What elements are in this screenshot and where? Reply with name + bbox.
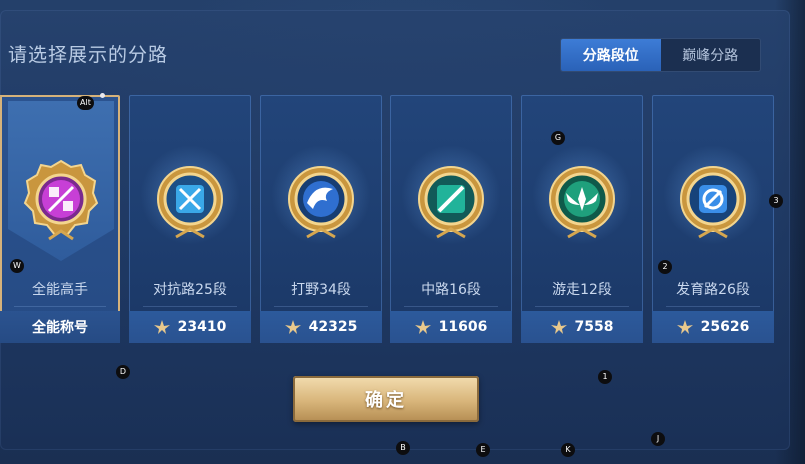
hotkey-hint: W	[10, 259, 24, 273]
lane-card-jungle[interactable]: 打野34段 42325	[260, 95, 382, 343]
card-footer-text: 25626	[700, 319, 750, 335]
card-footer: 23410	[129, 311, 251, 343]
hotkey-hint: Alt	[77, 96, 94, 110]
rank-points-icon	[284, 320, 301, 334]
selection-corner	[0, 95, 14, 96]
card-footer-text: 42325	[308, 319, 358, 335]
card-label: 发育路26段	[676, 282, 750, 298]
rank-points-icon	[550, 320, 567, 334]
lane-card-clash[interactable]: 对抗路25段 23410	[129, 95, 251, 343]
card-footer-text: 7558	[574, 319, 614, 335]
hotkey-hint: 1	[598, 370, 612, 384]
card-divider	[274, 306, 368, 307]
hotkey-dot	[100, 93, 105, 98]
hotkey-hint: D	[116, 365, 130, 379]
hotkey-hint: 2	[658, 260, 672, 274]
hotkey-hint: E	[476, 443, 490, 457]
card-divider	[404, 306, 498, 307]
hotkey-hint: J	[651, 432, 665, 446]
panel-title: 请选择展示的分路	[8, 44, 169, 66]
card-divider	[143, 306, 237, 307]
card-label: 打野34段	[291, 282, 351, 298]
card-footer-text: 全能称号	[32, 320, 88, 336]
card-divider	[14, 306, 106, 307]
tab-lane-rank[interactable]: 分路段位	[561, 39, 661, 71]
all-rounder-emblem-icon	[23, 159, 99, 241]
card-label: 对抗路25段	[153, 282, 227, 298]
lane-card-farm[interactable]: 发育路26段 25626	[652, 95, 774, 343]
card-footer-text: 23410	[177, 319, 227, 335]
tab-peak-lane[interactable]: 巅峰分路	[661, 39, 761, 71]
tab-group: 分路段位 巅峰分路	[560, 38, 761, 72]
roam-emblem-icon	[549, 166, 615, 239]
rank-points-icon	[153, 320, 170, 334]
lane-card-mid[interactable]: 中路16段 11606	[390, 95, 512, 343]
card-label: 游走12段	[552, 282, 612, 298]
card-divider	[535, 306, 629, 307]
rank-points-icon	[414, 320, 431, 334]
card-footer: 全能称号	[0, 311, 120, 343]
card-divider	[666, 306, 760, 307]
card-footer: 25626	[652, 311, 774, 343]
rank-points-icon	[676, 320, 693, 334]
clash-lane-emblem-icon	[157, 166, 223, 239]
card-footer: 7558	[521, 311, 643, 343]
farm-lane-emblem-icon	[680, 166, 746, 239]
hotkey-hint: 3	[769, 194, 783, 208]
hotkey-hint: B	[396, 441, 410, 455]
mid-lane-emblem-icon	[418, 166, 484, 239]
lane-card-all-rounder[interactable]: 全能高手 全能称号	[0, 95, 120, 343]
jungle-emblem-icon	[288, 166, 354, 239]
hotkey-hint: K	[561, 443, 575, 457]
hotkey-hint: G	[551, 131, 565, 145]
card-label: 全能高手	[32, 282, 88, 298]
confirm-button[interactable]: 确定	[293, 376, 479, 422]
card-label: 中路16段	[421, 282, 481, 298]
card-footer: 42325	[260, 311, 382, 343]
card-footer-text: 11606	[438, 319, 488, 335]
lane-card-roam[interactable]: 游走12段 7558	[521, 95, 643, 343]
card-footer: 11606	[390, 311, 512, 343]
